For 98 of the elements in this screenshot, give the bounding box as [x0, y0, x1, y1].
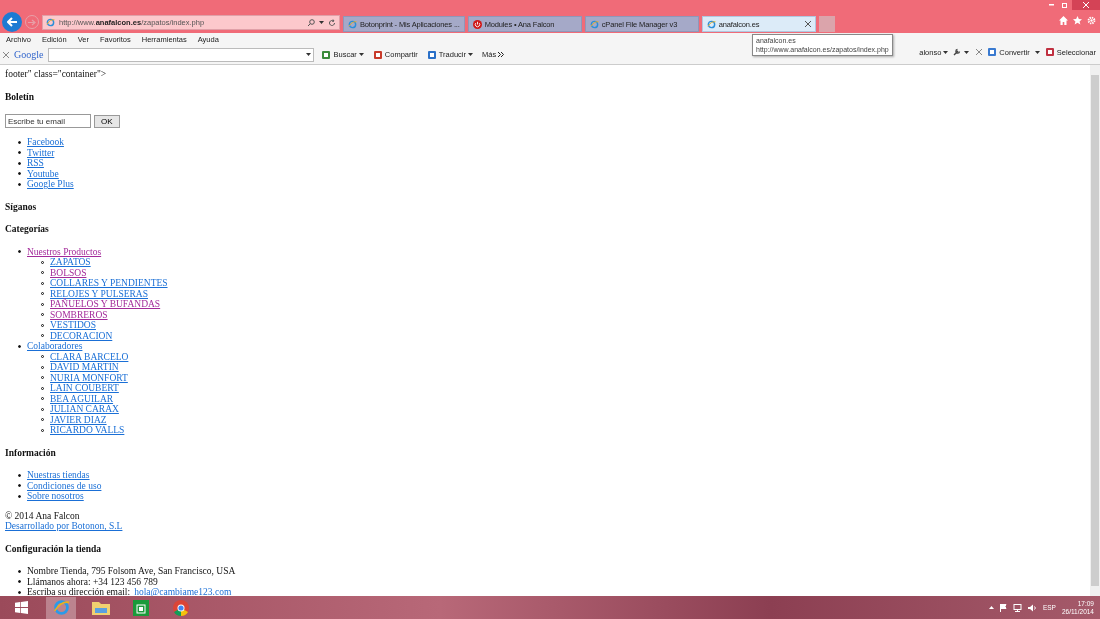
caret-icon	[943, 50, 949, 54]
ie-icon	[589, 19, 599, 29]
ie-icon	[348, 19, 357, 29]
bullet-icon	[18, 161, 21, 165]
link[interactable]: SOMBREROS	[50, 309, 108, 320]
link[interactable]: ZAPATOS	[50, 257, 91, 268]
link[interactable]: Nuestros Productos	[27, 246, 102, 257]
ie-icon	[706, 19, 716, 29]
caret-icon	[964, 50, 970, 54]
bullet-icon	[18, 473, 21, 477]
app-icon	[426, 49, 437, 60]
bullet-icon	[18, 569, 21, 573]
close-icon	[1083, 2, 1089, 8]
caret-icon	[467, 53, 473, 56]
code-fragment: footer" class="container">	[5, 69, 108, 80]
email-field[interactable]: Escribe tu email	[5, 114, 91, 128]
link[interactable]: COLLARES Y PENDIENTES	[50, 278, 168, 289]
settings-icon[interactable]	[1087, 16, 1096, 25]
link[interactable]: CLARA BARCELO	[50, 351, 129, 362]
link[interactable]: Google Plus	[27, 179, 74, 190]
wrench-icon[interactable]	[953, 48, 962, 56]
email-link[interactable]: hola@cambiame123.com	[134, 587, 232, 596]
forward-arrow-icon	[28, 18, 36, 26]
link[interactable]: Facebook	[27, 137, 64, 148]
bullet-icon	[18, 151, 21, 155]
link[interactable]: JULIAN CARAX	[50, 404, 119, 415]
restore-icon	[1062, 2, 1068, 8]
search-field[interactable]	[48, 47, 315, 62]
google-logo: Google	[14, 49, 44, 60]
link[interactable]: Colaboradores	[27, 341, 83, 352]
link[interactable]: RELOJES Y PULSERAS	[50, 288, 148, 299]
chevron-up-icon[interactable]	[988, 606, 994, 609]
bullet-icon	[18, 172, 21, 176]
close-icon[interactable]	[3, 51, 9, 58]
section-heading: Síganos	[5, 201, 38, 212]
link[interactable]: Youtube	[27, 168, 59, 179]
link[interactable]: Twitter	[27, 147, 55, 158]
bullet-icon	[18, 250, 21, 254]
bullet-icon	[18, 182, 21, 186]
list-text: Escriba su dirección email:	[27, 587, 131, 596]
link[interactable]: VESTIDOS	[50, 320, 96, 331]
list-text: Nombre Tienda, 795 Folsom Ave, San Francisco, USA	[27, 566, 236, 577]
flag-icon[interactable]	[999, 603, 1007, 612]
ie-icon	[46, 18, 55, 27]
caret-icon	[306, 53, 312, 56]
section-heading: Información	[5, 447, 57, 458]
folder-icon	[92, 600, 110, 615]
link[interactable]: NURIA MONFORT	[50, 372, 128, 383]
back-button[interactable]	[2, 12, 22, 32]
close-icon[interactable]	[804, 21, 811, 27]
star-icon[interactable]	[1073, 16, 1082, 25]
bullet-icon	[18, 494, 21, 498]
home-icon[interactable]	[1059, 16, 1068, 25]
taskbar-app[interactable]	[46, 596, 76, 619]
copyright-text: © 2014 Ana Falcon	[5, 510, 81, 521]
double-chevron-icon	[498, 52, 505, 57]
link[interactable]: DECORACION	[50, 330, 113, 341]
section-heading: Categorías	[5, 224, 50, 235]
link[interactable]: BEA AGUILAR	[50, 393, 114, 404]
chrome-icon	[173, 599, 189, 616]
caret-icon	[1034, 50, 1040, 54]
search-icon	[307, 18, 315, 27]
speaker-icon[interactable]	[1027, 603, 1037, 612]
power-icon	[472, 19, 482, 29]
minimize-icon	[1048, 4, 1054, 6]
network-icon[interactable]	[1012, 603, 1022, 612]
link[interactable]: Nuestras tiendas	[27, 470, 90, 481]
link[interactable]: RSS	[27, 158, 44, 169]
link[interactable]: DAVID MARTIN	[50, 362, 119, 373]
link[interactable]: PAÑUELOS Y BUFANDAS	[50, 299, 161, 310]
close-button[interactable]	[1072, 0, 1100, 10]
ie-icon	[52, 599, 70, 616]
link[interactable]: Desarrollado por Botonon, S.L	[5, 521, 123, 531]
section-heading: Boletín	[5, 91, 36, 102]
caret-icon	[319, 21, 324, 24]
store-icon	[133, 599, 149, 616]
back-arrow-icon	[6, 17, 18, 27]
app-icon	[372, 49, 383, 60]
bullet-icon	[18, 580, 21, 584]
bullet-icon	[18, 140, 21, 144]
app-icon	[321, 49, 332, 60]
section-heading: Configuración la tienda	[5, 543, 103, 554]
link[interactable]: Condiciones de uso	[27, 480, 102, 491]
link[interactable]: RICARDO VALLS	[50, 425, 125, 436]
list-text: Llámanos ahora: +34 123 456 789	[27, 576, 158, 587]
link[interactable]: LAIN COUBERT	[50, 383, 119, 394]
link[interactable]: Sobre nosotros	[27, 491, 84, 502]
ok-button[interactable]: OK	[94, 114, 120, 128]
caret-icon	[358, 53, 364, 56]
bullet-icon	[18, 484, 21, 488]
bullet-icon	[18, 344, 21, 348]
link[interactable]: JAVIER DIAZ	[50, 414, 107, 425]
bullet-icon	[18, 590, 21, 594]
scrollbar[interactable]	[1090, 65, 1100, 596]
windows-icon	[14, 601, 28, 614]
refresh-icon	[328, 18, 336, 27]
link[interactable]: BOLSOS	[50, 267, 87, 278]
close-icon[interactable]	[976, 49, 983, 55]
